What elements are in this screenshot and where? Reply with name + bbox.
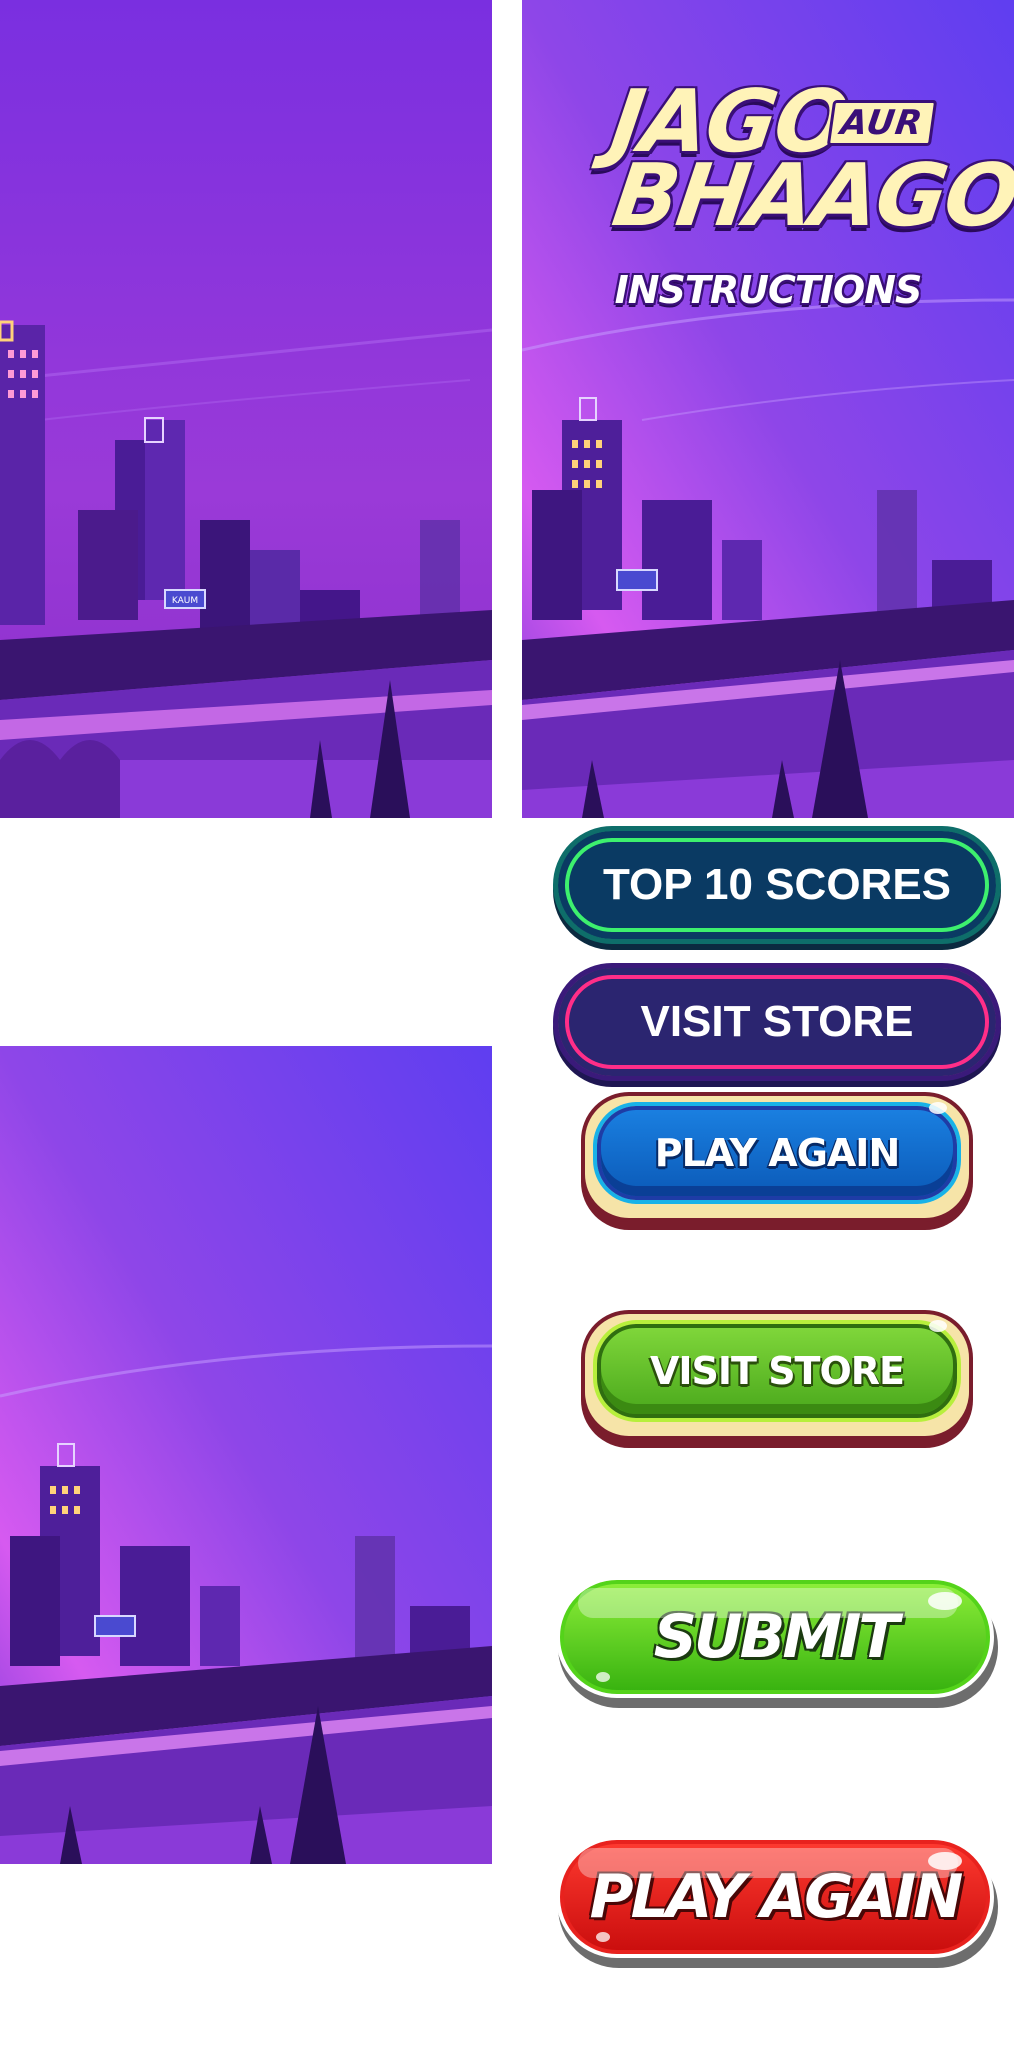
visit-store-neon-button[interactable]: VISIT STORE [553, 963, 1001, 1081]
title-panel: JAGO AUR BHAAGO INSTRUCTIONS [522, 0, 1014, 818]
city-background-bottom [0, 1046, 492, 1864]
top-10-scores-button[interactable]: TOP 10 SCORES [553, 826, 1001, 944]
background-panel-left: KAUM [0, 0, 492, 818]
play-again-red-button[interactable]: PLAY AGAIN [556, 1836, 998, 1968]
billboard-text: KAUM [172, 596, 198, 606]
background-panel-bottom [0, 1046, 492, 1864]
instructions-link[interactable]: INSTRUCTIONS [522, 268, 1014, 312]
city-background-left: KAUM [0, 0, 492, 818]
shine-highlight [928, 1852, 962, 1870]
shine-highlight [929, 1320, 947, 1332]
game-title-connector: AUR [826, 100, 937, 146]
visit-store-green-button[interactable]: VISIT STORE [581, 1310, 973, 1440]
shine-highlight [929, 1102, 947, 1114]
shine-highlight [596, 1932, 610, 1942]
game-title-line2: BHAAGO [606, 146, 1014, 246]
shine-highlight [596, 1672, 610, 1682]
visit-store-green-label: VISIT STORE [597, 1324, 957, 1418]
submit-button[interactable]: SUBMIT [556, 1576, 998, 1708]
play-again-blue-button[interactable]: PLAY AGAIN [581, 1092, 973, 1222]
shine-highlight [928, 1592, 962, 1610]
game-title: JAGO AUR BHAAGO INSTRUCTIONS [522, 0, 1014, 330]
play-again-blue-label: PLAY AGAIN [597, 1106, 957, 1200]
gloss-highlight [578, 1588, 958, 1618]
gloss-highlight [578, 1848, 958, 1878]
